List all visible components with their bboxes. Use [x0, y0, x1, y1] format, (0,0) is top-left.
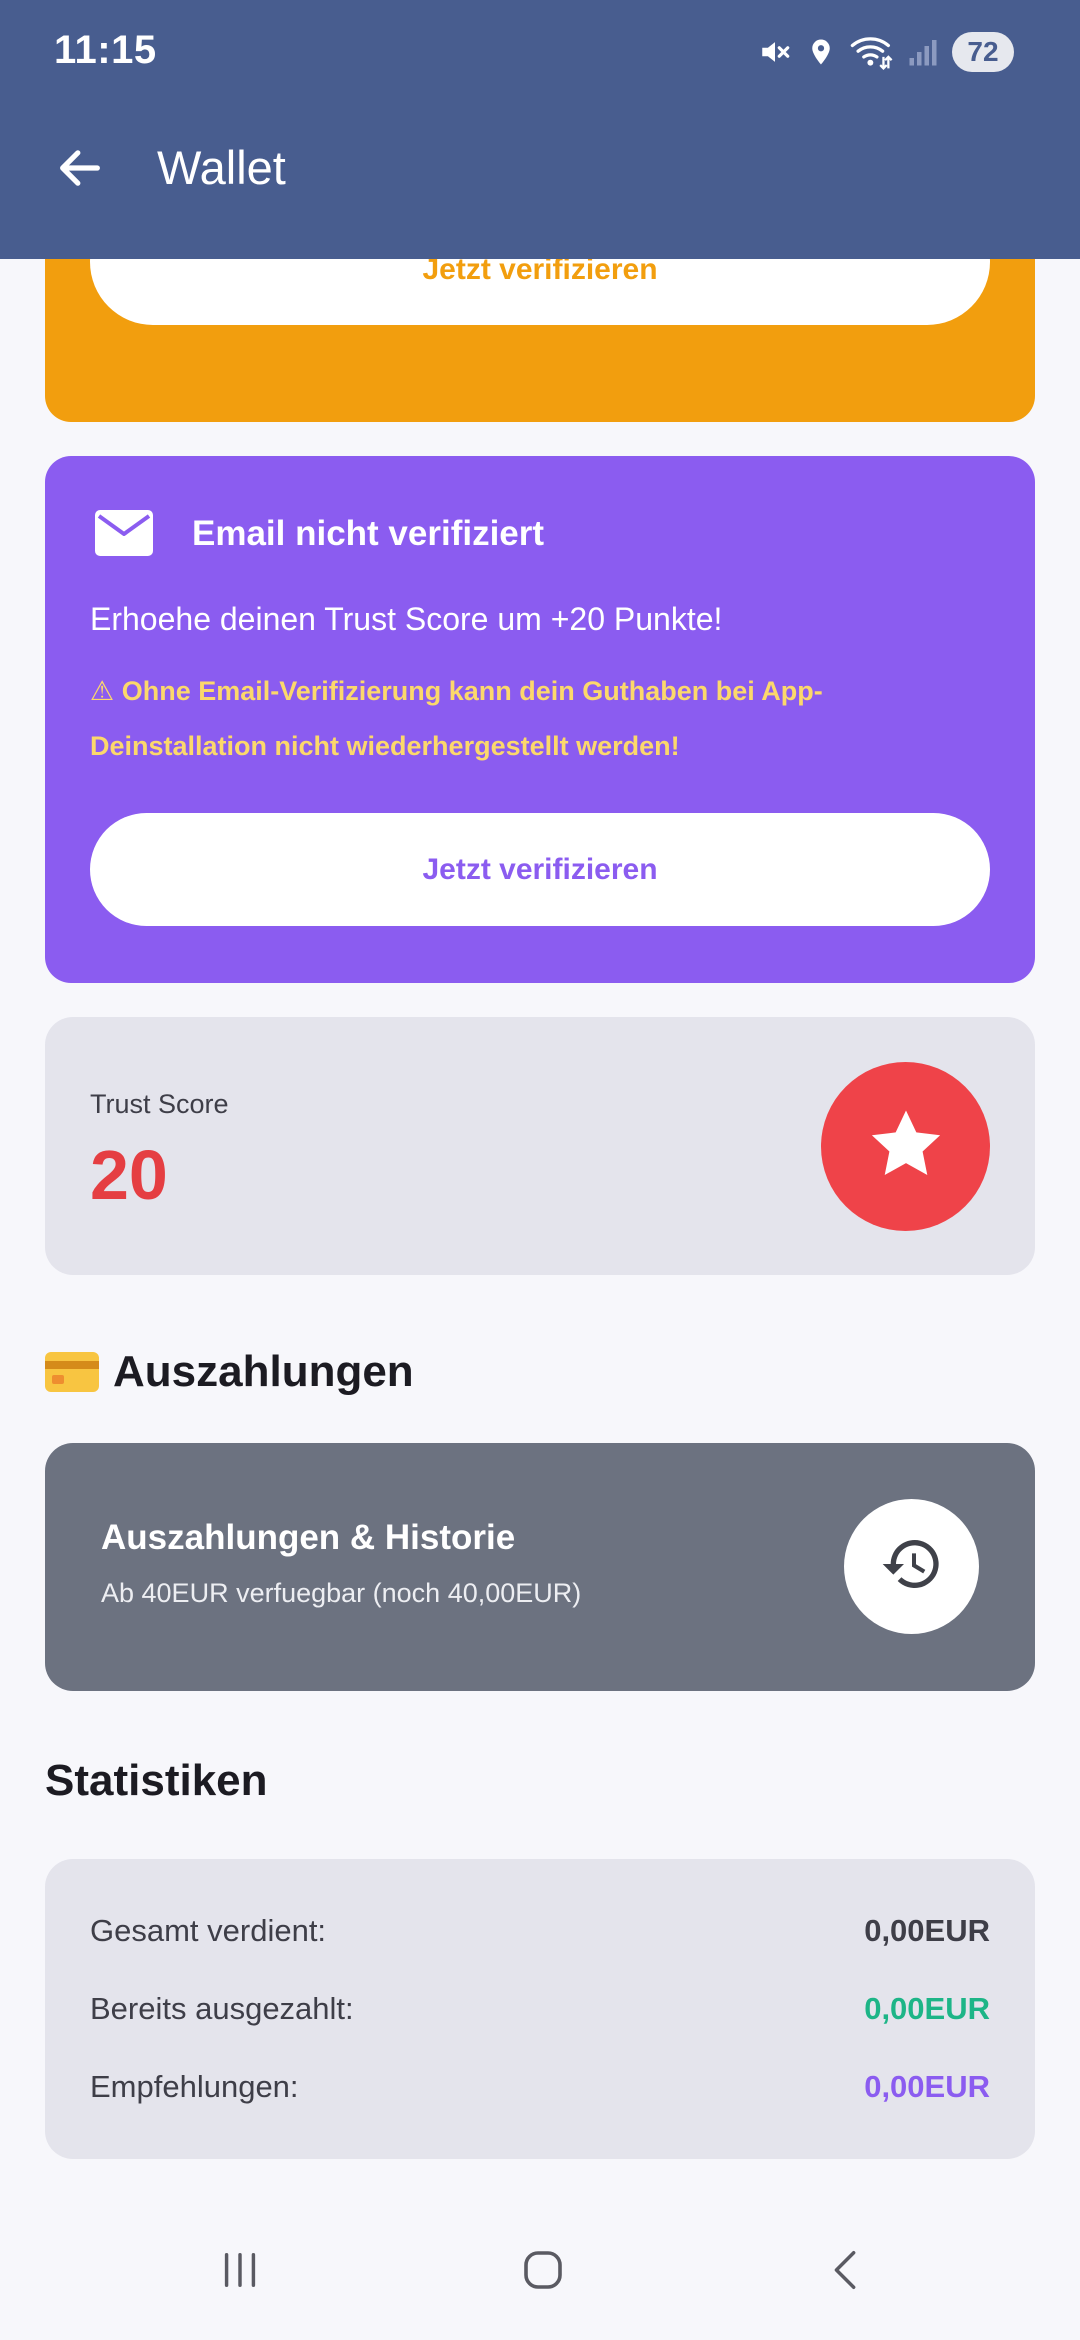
email-card-subtitle: Erhoehe deinen Trust Score um +20 Punkte… — [90, 601, 723, 637]
star-icon — [868, 1108, 944, 1185]
mute-icon — [758, 35, 792, 69]
battery-indicator: 72 — [952, 32, 1014, 72]
system-nav-bar — [0, 2202, 1080, 2340]
top-app-bar: 11:15 72 Wallet — [0, 0, 1080, 259]
status-icons: 72 — [758, 30, 1014, 74]
system-back-button[interactable] — [806, 2232, 886, 2312]
trust-score-badge — [821, 1062, 990, 1231]
payouts-section-header: Auszahlungen — [45, 1344, 414, 1400]
verify-email-button[interactable]: Jetzt verifizieren — [90, 813, 990, 926]
history-icon — [880, 1532, 944, 1601]
stat-label: Gesamt verdient: — [90, 1913, 327, 1948]
stat-value: 0,00EUR — [864, 2069, 990, 2104]
home-icon — [519, 2246, 567, 2299]
trust-score-card: Trust Score 20 — [45, 1017, 1035, 1275]
recents-icon — [217, 2247, 263, 2298]
email-verification-card: Email nicht verifiziert Erhoehe deinen T… — [45, 456, 1035, 983]
payout-card-title: Auszahlungen & Historie — [101, 1518, 516, 1557]
stat-label: Empfehlungen: — [90, 2069, 299, 2104]
status-time: 11:15 — [54, 28, 157, 72]
signal-icon — [908, 37, 938, 67]
trust-score-label: Trust Score — [90, 1089, 229, 1119]
stat-row-total-earned: Gesamt verdient: 0,00EUR — [90, 1909, 990, 1953]
mail-icon — [95, 510, 153, 556]
payout-card-subtitle: Ab 40EUR verfuegbar (noch 40,00EUR) — [101, 1578, 582, 1608]
stat-row-paid-out: Bereits ausgezahlt: 0,00EUR — [90, 1987, 990, 2031]
trust-score-value: 20 — [90, 1136, 168, 1214]
recents-button[interactable] — [200, 2232, 280, 2312]
home-button[interactable] — [503, 2232, 583, 2312]
back-icon — [823, 2247, 869, 2298]
payout-history-card[interactable]: Auszahlungen & Historie Ab 40EUR verfueg… — [45, 1443, 1035, 1691]
page-title: Wallet — [157, 141, 286, 194]
stat-label: Bereits ausgezahlt: — [90, 1991, 354, 2026]
payout-history-button[interactable] — [844, 1499, 979, 1634]
stat-value: 0,00EUR — [864, 1991, 990, 2026]
phone-verification-card: Jetzt verifizieren — [45, 259, 1035, 422]
stats-card: Gesamt verdient: 0,00EUR Bereits ausgeza… — [45, 1859, 1035, 2159]
credit-card-icon — [45, 1352, 99, 1392]
location-icon — [806, 35, 836, 69]
email-card-warning: ⚠ Ohne Email-Verifizierung kann dein Gut… — [90, 676, 823, 761]
verify-phone-button[interactable]: Jetzt verifizieren — [90, 259, 990, 325]
back-button[interactable] — [48, 138, 112, 202]
email-card-title: Email nicht verifiziert — [192, 514, 545, 553]
stat-row-referrals: Empfehlungen: 0,00EUR — [90, 2065, 990, 2109]
payouts-section-title: Auszahlungen — [113, 1347, 414, 1396]
arrow-left-icon — [54, 142, 106, 199]
stat-value: 0,00EUR — [864, 1913, 990, 1948]
stats-section-title: Statistiken — [45, 1756, 268, 1805]
wifi-icon — [850, 34, 894, 70]
